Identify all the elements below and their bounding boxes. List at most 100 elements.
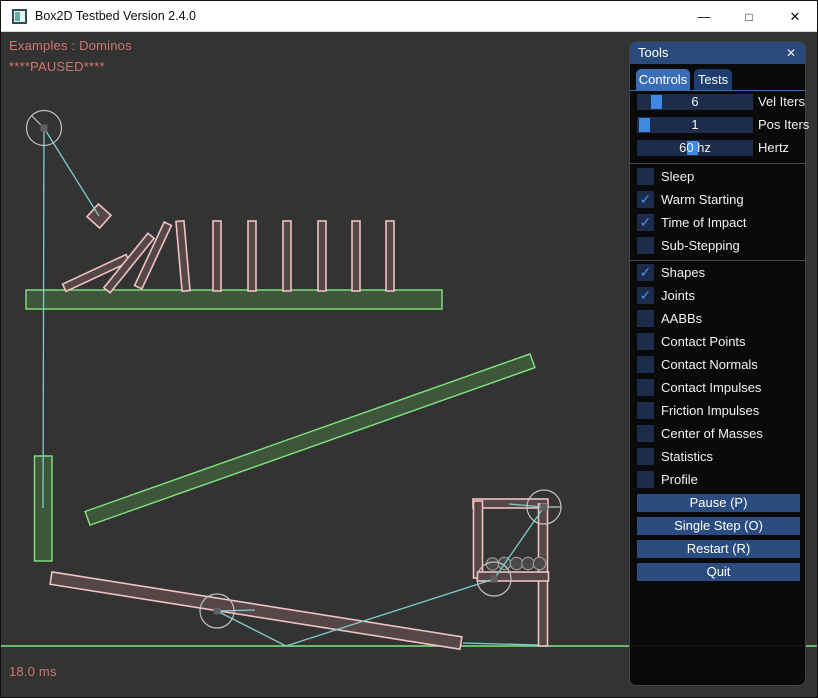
ball-5[interactable] — [533, 557, 545, 569]
checkbox-box-statistics[interactable] — [637, 448, 654, 465]
domino-5[interactable] — [318, 221, 326, 291]
joint-pendulum-box — [44, 128, 99, 216]
checkbox-time-of-impact[interactable]: ✓ Time of Impact — [630, 214, 805, 232]
slider-row-vel-iters: 6 Vel Iters — [630, 94, 805, 111]
slider-value: 1 — [637, 117, 753, 133]
checkbox-box-profile[interactable] — [637, 471, 654, 488]
checkbox-warm-starting[interactable]: ✓ Warm Starting — [630, 191, 805, 209]
checkbox-friction-impulses[interactable]: Friction Impulses — [630, 402, 805, 420]
domino-4[interactable] — [283, 221, 291, 291]
seesaw-plank[interactable] — [50, 572, 462, 649]
checkbox-label: Shapes — [661, 265, 705, 280]
checkbox-aabbs[interactable]: AABBs — [630, 310, 805, 328]
tab-underline — [630, 90, 805, 91]
checkbox-box-aabbs[interactable] — [637, 310, 654, 327]
ball-4[interactable] — [522, 557, 534, 569]
checkbox-box-joints[interactable]: ✓ — [637, 287, 654, 304]
checkbox-sub-stepping[interactable]: Sub-Stepping — [630, 237, 805, 255]
button-restart-r[interactable]: Restart (R) — [637, 540, 800, 558]
example-label: Examples : Dominos — [9, 38, 132, 53]
checkbox-label: Sleep — [661, 169, 694, 184]
anchor-frame-bottom — [491, 576, 498, 583]
checkbox-label: Sub-Stepping — [661, 238, 740, 253]
checkbox-label: Contact Points — [661, 334, 746, 349]
app-window: Box2D Testbed Version 2.4.0 — □ ✕ — [0, 0, 818, 698]
ball-1[interactable] — [486, 558, 498, 570]
checkbox-label: Statistics — [661, 449, 713, 464]
slider-value: 6 — [637, 94, 753, 110]
checkbox-box-center-of-masses[interactable] — [637, 425, 654, 442]
checkbox-box-friction-impulses[interactable] — [637, 402, 654, 419]
button-quit[interactable]: Quit — [637, 563, 800, 581]
checkbox-label: Contact Normals — [661, 357, 758, 372]
frame-left-post[interactable] — [474, 501, 483, 578]
checkbox-label: Time of Impact — [661, 215, 746, 230]
tab-tests[interactable]: Tests — [694, 69, 732, 90]
ball-3[interactable] — [510, 557, 522, 569]
tab-controls[interactable]: Controls — [636, 69, 690, 90]
separator — [630, 260, 805, 261]
checkbox-box-contact-impulses[interactable] — [637, 379, 654, 396]
window-titlebar[interactable]: Box2D Testbed Version 2.4.0 — □ ✕ — [1, 1, 817, 32]
slider-vel-iters[interactable]: 6 — [637, 94, 753, 110]
slider-label: Pos Iters — [758, 117, 809, 133]
domino-7[interactable] — [386, 221, 394, 291]
checkbox-shapes[interactable]: ✓ Shapes — [630, 264, 805, 282]
checkbox-label: Center of Masses — [661, 426, 763, 441]
checkbox-box-warm-starting[interactable]: ✓ — [637, 191, 654, 208]
slider-row-hertz: 60 hz Hertz — [630, 140, 805, 157]
simulation-canvas[interactable]: Examples : Dominos ****PAUSED**** 18.0 m… — [1, 32, 818, 698]
button-single-step-o[interactable]: Single Step (O) — [637, 517, 800, 535]
separator — [630, 163, 805, 164]
checkbox-label: Contact Impulses — [661, 380, 761, 395]
domino-1[interactable] — [176, 221, 190, 291]
maximize-button[interactable]: □ — [733, 5, 765, 29]
green-platform — [26, 290, 442, 309]
slider-label: Vel Iters — [758, 94, 805, 110]
green-angled-plank[interactable] — [85, 354, 535, 525]
checkbox-box-shapes[interactable]: ✓ — [637, 264, 654, 281]
checkbox-statistics[interactable]: Statistics — [630, 448, 805, 466]
checkbox-joints[interactable]: ✓ Joints — [630, 287, 805, 305]
checkbox-label: Warm Starting — [661, 192, 744, 207]
anchor-top-left — [41, 125, 48, 132]
frame-shelf[interactable] — [478, 572, 549, 581]
slider-row-pos-iters: 1Pos Iters — [630, 117, 805, 134]
checkbox-profile[interactable]: Profile — [630, 471, 805, 489]
button-pause-p[interactable]: Pause (P) — [637, 494, 800, 512]
frame-time-label: 18.0 ms — [9, 664, 57, 679]
anchor-seesaw — [214, 608, 221, 615]
window-title: Box2D Testbed Version 2.4.0 — [35, 9, 196, 23]
checkbox-box-contact-normals[interactable] — [637, 356, 654, 373]
joint-plank-post — [463, 643, 538, 645]
tools-panel-titlebar[interactable]: Tools ✕ — [630, 42, 805, 64]
tools-close-icon[interactable]: ✕ — [782, 44, 800, 62]
minimize-button[interactable]: — — [688, 5, 720, 29]
slider-pos-iters[interactable]: 1 — [637, 117, 753, 133]
anchor-frame-top — [541, 504, 548, 511]
checkbox-box-sub-stepping[interactable] — [637, 237, 654, 254]
checkbox-contact-points[interactable]: Contact Points — [630, 333, 805, 351]
checkbox-label: AABBs — [661, 311, 702, 326]
tools-panel: Tools ✕ Controls Tests 6Vel Iters1Pos It… — [629, 41, 806, 686]
checkbox-contact-impulses[interactable]: Contact Impulses — [630, 379, 805, 397]
checkbox-box-contact-points[interactable] — [637, 333, 654, 350]
checkbox-box-sleep[interactable] — [637, 168, 654, 185]
domino-6[interactable] — [352, 221, 360, 291]
checkbox-center-of-masses[interactable]: Center of Masses — [630, 425, 805, 443]
slider-value: 60 hz — [637, 140, 753, 156]
checkbox-label: Friction Impulses — [661, 403, 759, 418]
tools-panel-title: Tools — [638, 45, 668, 60]
slider-hertz[interactable]: 60 hz — [637, 140, 753, 156]
checkbox-contact-normals[interactable]: Contact Normals — [630, 356, 805, 374]
domino-3[interactable] — [248, 221, 256, 291]
app-icon — [12, 9, 27, 24]
close-button[interactable]: ✕ — [779, 5, 811, 29]
joint-pendulum-long — [43, 128, 44, 508]
checkbox-label: Profile — [661, 472, 698, 487]
checkbox-sleep[interactable]: Sleep — [630, 168, 805, 186]
checkbox-label: Joints — [661, 288, 695, 303]
slider-label: Hertz — [758, 140, 789, 156]
domino-2[interactable] — [213, 221, 221, 291]
checkbox-box-time-of-impact[interactable]: ✓ — [637, 214, 654, 231]
